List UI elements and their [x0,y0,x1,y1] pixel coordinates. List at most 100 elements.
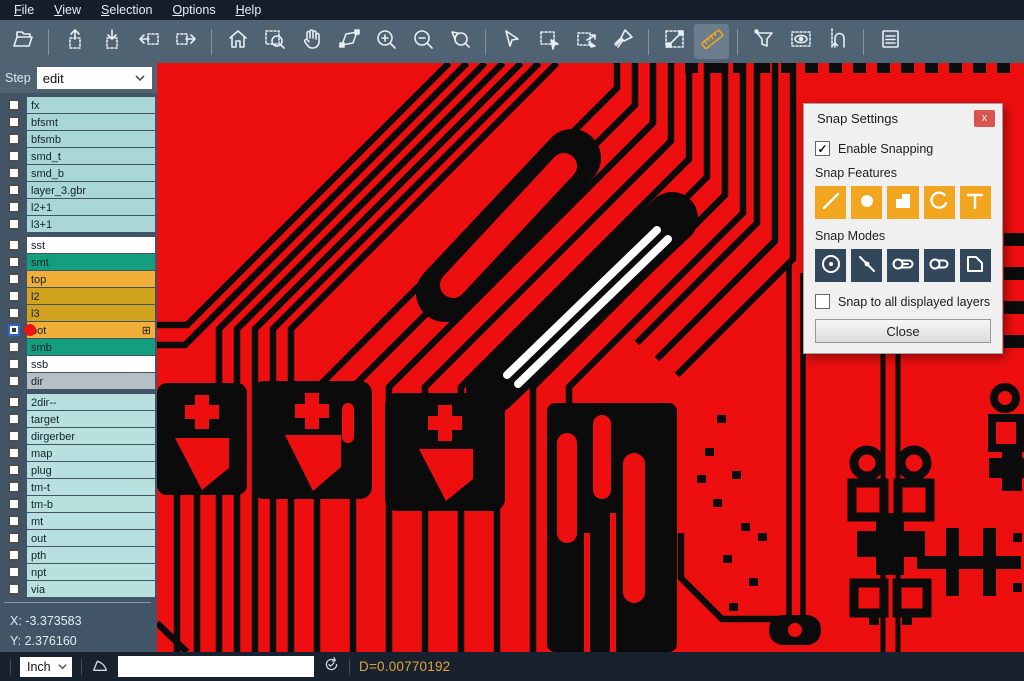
enable-snapping-checkbox[interactable]: ✓ [815,141,830,156]
snap-slot-button[interactable] [924,249,955,282]
view-box-button[interactable] [783,24,818,59]
snap-online-button[interactable] [851,249,882,282]
layer-checkbox[interactable] [0,358,27,370]
zoom-out-button[interactable] [405,24,440,59]
layer-checkbox[interactable] [0,133,27,145]
layer-checkbox[interactable] [0,481,27,493]
layer-label[interactable]: dirgerber [27,428,155,444]
menu-selection[interactable]: Selection [91,1,162,19]
sweep-brush-button[interactable] [605,24,640,59]
menu-view[interactable]: View [44,1,91,19]
layer-checkbox[interactable] [0,515,27,527]
load-left-button[interactable] [131,24,166,59]
layer-label[interactable]: npt [27,564,155,580]
layer-checkbox[interactable] [0,184,27,196]
layer-label[interactable]: smt [27,254,155,270]
layer-checkbox[interactable] [0,413,27,425]
layer-checkbox[interactable] [0,218,27,230]
load-right-button[interactable] [168,24,203,59]
layer-label[interactable]: top [27,271,155,287]
layer-checkbox[interactable] [0,324,27,336]
route-path-button[interactable] [820,24,855,59]
pan-hand-button[interactable] [294,24,329,59]
snap-pad-button[interactable] [851,186,882,219]
snap-center-button[interactable] [815,249,846,282]
layer-label[interactable]: l2+1 [27,199,155,215]
layer-checkbox[interactable] [0,447,27,459]
layer-checkbox[interactable] [0,290,27,302]
report-form-button[interactable] [872,24,907,59]
load-up-button[interactable] [57,24,92,59]
layer-checkbox[interactable] [0,116,27,128]
layer-label[interactable]: fx [27,97,155,113]
snap-corner-button[interactable] [960,249,991,282]
layer-label[interactable]: smd_b [27,165,155,181]
snap-slot-end-button[interactable] [887,249,918,282]
load-down-button[interactable] [94,24,129,59]
ruler-button[interactable] [694,24,729,59]
layer-checkbox[interactable] [0,464,27,476]
layer-label[interactable]: dir [27,373,155,389]
measure-line-button[interactable] [657,24,692,59]
sync-check-icon[interactable] [323,656,340,678]
layer-checkbox[interactable] [0,498,27,510]
layer-checkbox[interactable] [0,549,27,561]
snap-text-button[interactable] [960,186,991,219]
layer-checkbox[interactable] [0,341,27,353]
layer-checkbox[interactable] [0,566,27,578]
layer-label[interactable]: mt [27,513,155,529]
layer-checkbox[interactable] [0,307,27,319]
layer-label[interactable]: tm-b [27,496,155,512]
unit-select[interactable]: Inch [20,657,72,677]
dialog-title-bar[interactable]: Snap Settings x [804,104,1002,133]
layer-label[interactable]: l3 [27,305,155,321]
layer-label[interactable]: via [27,581,155,597]
layer-label[interactable]: sst [27,237,155,253]
close-button[interactable]: Close [815,319,991,343]
layer-checkbox[interactable] [0,396,27,408]
zoom-window-button[interactable] [257,24,292,59]
layer-label[interactable]: layer_3.gbr [27,182,155,198]
zoom-in-button[interactable] [368,24,403,59]
layer-label[interactable]: smd_t [27,148,155,164]
snap-arc-button[interactable] [924,186,955,219]
zoom-reset-button[interactable] [442,24,477,59]
select-move-button[interactable] [568,24,603,59]
layer-label[interactable]: l2 [27,288,155,304]
open-folder-button[interactable] [5,24,40,59]
step-select[interactable]: edit [37,67,152,89]
command-input[interactable] [118,656,314,677]
layer-label[interactable]: smb [27,339,155,355]
layer-label[interactable]: plug [27,462,155,478]
layer-label[interactable]: pth [27,547,155,563]
all-layers-checkbox[interactable] [815,294,830,309]
layer-checkbox[interactable] [0,430,27,442]
menu-help[interactable]: Help [226,1,272,19]
layer-label[interactable]: bfsmt [27,114,155,130]
layer-label[interactable]: out [27,530,155,546]
layer-label[interactable]: bot⊞ [27,322,155,338]
select-cursor-button[interactable] [494,24,529,59]
layer-label[interactable]: bfsmb [27,131,155,147]
layer-checkbox[interactable] [0,375,27,387]
zoom-area-button[interactable] [331,24,366,59]
angle-icon[interactable] [91,655,109,678]
select-rect-button[interactable] [531,24,566,59]
layer-label[interactable]: ssb [27,356,155,372]
layer-checkbox[interactable] [0,167,27,179]
layer-checkbox[interactable] [0,583,27,595]
layer-checkbox[interactable] [0,532,27,544]
layer-label[interactable]: target [27,411,155,427]
layer-label[interactable]: tm-t [27,479,155,495]
layer-label[interactable]: l3+1 [27,216,155,232]
menu-options[interactable]: Options [162,1,225,19]
snap-surface-button[interactable] [887,186,918,219]
layer-checkbox[interactable] [0,150,27,162]
layer-label[interactable]: 2dir-- [27,394,155,410]
layer-checkbox[interactable] [0,273,27,285]
dialog-close-button[interactable]: x [974,110,995,127]
home-button[interactable] [220,24,255,59]
menu-file[interactable]: File [4,1,44,19]
snap-line-button[interactable] [815,186,846,219]
filter-button[interactable] [746,24,781,59]
